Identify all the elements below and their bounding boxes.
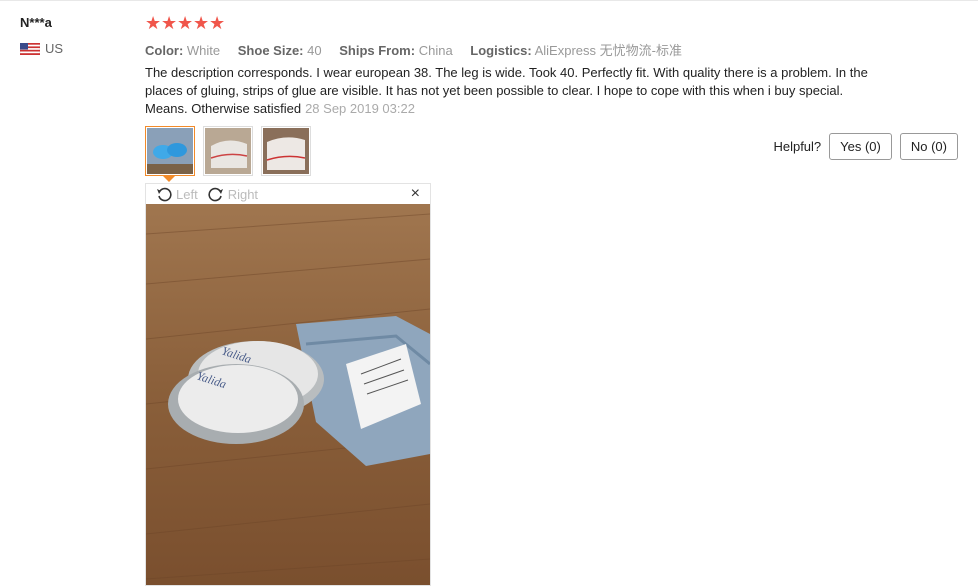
close-viewer-button[interactable]: ×: [411, 185, 420, 203]
order-attributes: Color: White Shoe Size: 40 Ships From: C…: [145, 40, 696, 59]
rotate-left-label: Left: [176, 186, 198, 202]
top-divider: [0, 0, 978, 1]
reviewer-country: US: [20, 41, 63, 56]
reviewer-name: N***a: [20, 15, 52, 30]
viewer-toolbar: Left Right ×: [146, 184, 430, 204]
review-body: The description corresponds. I wear euro…: [145, 64, 870, 118]
thumbnail-image: [147, 128, 193, 174]
rotate-left-icon: [157, 187, 172, 202]
country-code: US: [45, 41, 64, 56]
star-icon: ★: [161, 13, 178, 33]
attr-shoe-size: Shoe Size: 40: [237, 43, 322, 58]
photo-thumbnails: [145, 126, 311, 182]
us-flag-icon: [20, 42, 40, 55]
helpful-label: Helpful?: [773, 139, 822, 154]
star-icon: ★: [193, 13, 210, 33]
thumbnail-2[interactable]: [203, 126, 253, 176]
review-photo: Yalida Yalida: [146, 204, 430, 585]
attr-color: Color: White: [145, 43, 221, 58]
attr-logistics: Logistics: AliExpress 无忧物流-标准: [470, 43, 682, 58]
rotate-right-icon: [208, 187, 223, 202]
rotate-right-label: Right: [227, 186, 259, 202]
active-indicator: [163, 176, 175, 182]
review-date: 28 Sep 2019 03:22: [305, 101, 415, 116]
thumbnail-image: [205, 128, 251, 174]
thumbnail-3[interactable]: [261, 126, 311, 176]
star-icon: ★: [145, 13, 162, 33]
rotate-right-button[interactable]: Right: [208, 186, 258, 202]
rotate-left-button[interactable]: Left: [156, 186, 198, 202]
photo-viewer: Left Right × Yalida Yalida: [145, 183, 431, 586]
star-icon: ★: [177, 13, 194, 33]
attr-ships-from: Ships From: China: [339, 43, 453, 58]
review-text: The description corresponds. I wear euro…: [145, 65, 868, 116]
helpful-yes-button[interactable]: Yes (0): [829, 133, 892, 160]
helpful-section: Helpful? Yes (0) No (0): [773, 133, 958, 160]
thumbnail-image: [263, 128, 309, 174]
star-icon: ★: [209, 13, 226, 33]
thumbnail-1[interactable]: [145, 126, 195, 182]
star-rating: ★ ★ ★ ★ ★: [145, 13, 226, 33]
helpful-no-button[interactable]: No (0): [899, 133, 958, 160]
